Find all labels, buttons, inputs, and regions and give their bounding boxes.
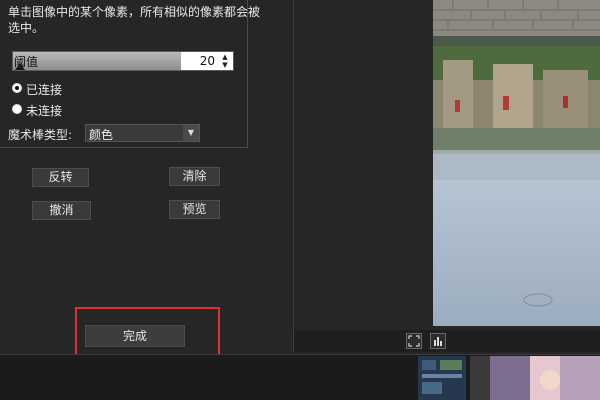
threshold-value-input[interactable]: 20 ▲ ▼ (181, 52, 233, 70)
histogram-icon[interactable] (430, 333, 446, 349)
done-button[interactable]: 完成 (85, 325, 185, 347)
radio-connected-label: 已连接 (26, 83, 63, 97)
chevron-down-icon[interactable]: ▼ (183, 125, 199, 141)
spin-arrows-icon[interactable]: ▲ ▼ (220, 53, 230, 69)
filmstrip-thumbnail[interactable] (490, 356, 600, 400)
invert-button[interactable]: 反转 (32, 168, 89, 187)
preview-button[interactable]: 预览 (169, 200, 220, 219)
threshold-value[interactable]: 20 (200, 54, 215, 68)
radio-checked-icon[interactable] (12, 83, 22, 93)
panel-divider (293, 0, 294, 352)
threshold-track[interactable] (13, 52, 181, 70)
canvas-toolbar (294, 330, 600, 352)
wand-type-label: 魔术棒类型: (8, 128, 73, 142)
threshold-slider[interactable]: 阈值 20 ▲ ▼ (12, 51, 234, 71)
wand-type-value: 颜色 (89, 128, 114, 142)
clear-button[interactable]: 清除 (169, 167, 220, 186)
instruction-text: 单击图像中的某个像素，所有相似的像素都会被选中。 (8, 5, 261, 35)
photo-preview[interactable] (433, 0, 600, 326)
wand-type-select[interactable]: 颜色 ▼ (85, 124, 200, 142)
threshold-thumb[interactable] (15, 63, 25, 70)
filmstrip-thumbnail[interactable] (470, 356, 490, 400)
filmstrip-thumbnail[interactable] (418, 356, 466, 400)
radio-unchecked-icon[interactable] (12, 104, 22, 114)
undo-button[interactable]: 撤消 (32, 201, 91, 220)
radio-disconnected-label: 未连接 (26, 104, 63, 118)
fit-screen-icon[interactable] (406, 333, 422, 349)
